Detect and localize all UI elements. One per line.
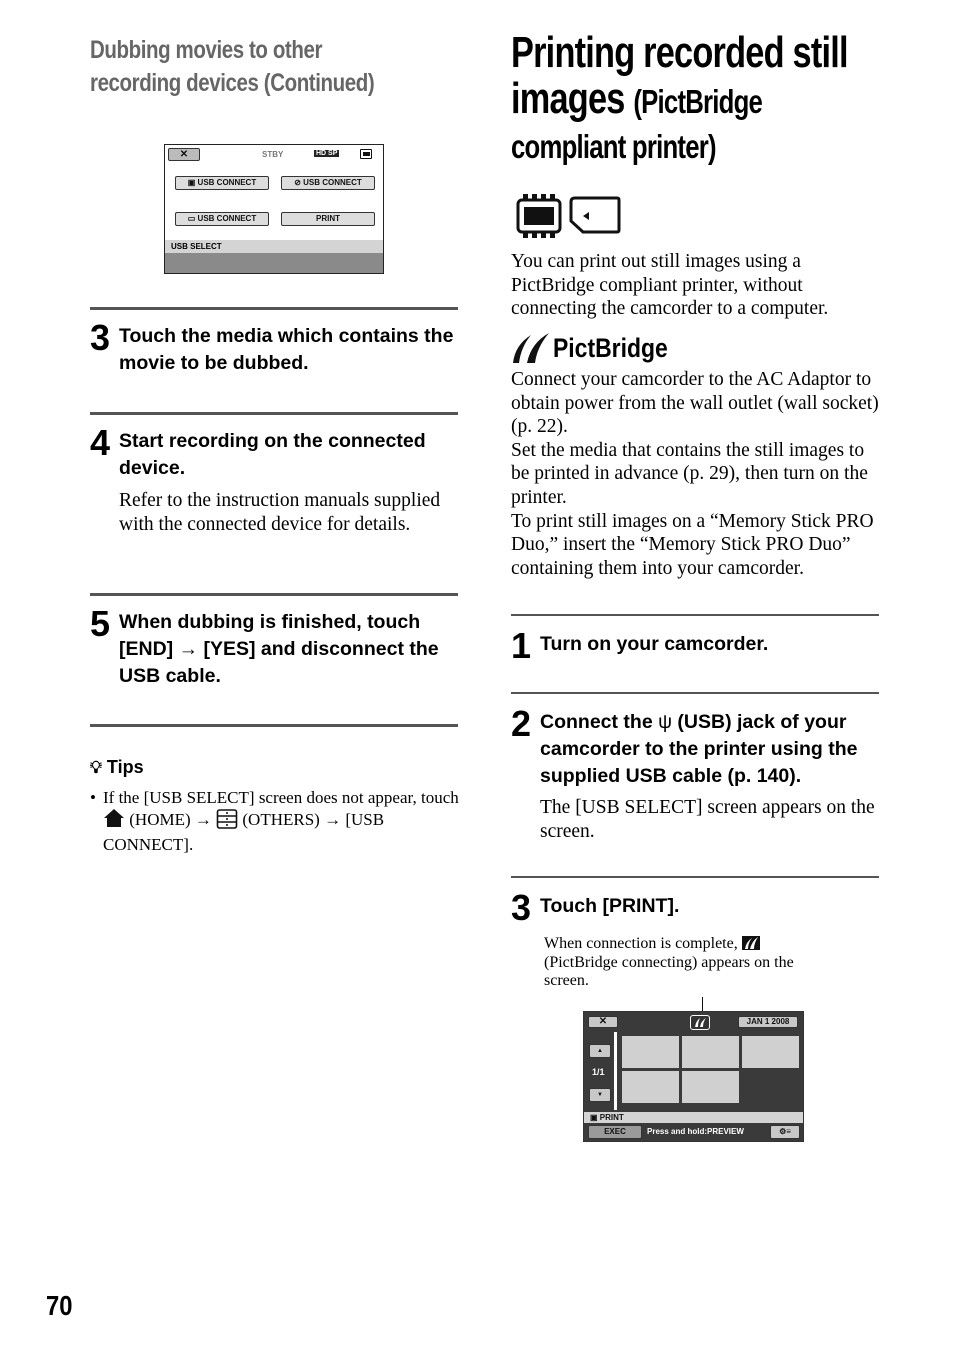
usb-icon: ψ (658, 711, 672, 733)
step-4-body: Refer to the instruction manuals supplie… (119, 490, 441, 535)
section-title: Dubbing movies to other recording device… (90, 34, 467, 100)
page-indicator: 1/1 (592, 1067, 605, 1077)
thumbnail[interactable] (742, 1036, 799, 1068)
step-title: Connect the ψ (USB) jack of your camcord… (540, 711, 858, 787)
screen-footer: ▣ PRINT (584, 1112, 803, 1123)
step-title: Turn on your camcorder. (540, 633, 769, 655)
print-screen: ✕ JAN 1 2008 ▲ 1/1 ▼ ▣ PRINT EXEC Press … (583, 1011, 804, 1142)
usb-connect-disc-button[interactable]: ⊘ USB CONNECT (281, 176, 375, 190)
internal-memory-icon: ▣ (590, 1113, 600, 1122)
title-line1: Printing recorded still (511, 28, 849, 77)
divider (90, 724, 458, 727)
paragraph: Connect your camcorder to the AC Adaptor… (511, 369, 879, 438)
thumbnail[interactable] (682, 1036, 739, 1068)
intro-text: You can print out still images using a P… (511, 251, 829, 320)
usb-connect-internal-button[interactable]: ▣ USB CONNECT (175, 176, 269, 190)
pictbridge-connecting-icon (741, 936, 760, 950)
tips-bullet: • If the [USB SELECT] screen does not ap… (90, 788, 459, 854)
page-title: Printing recorded still images (PictBrid… (511, 30, 948, 169)
step-number: 4 (90, 422, 111, 463)
divider (90, 412, 458, 415)
thumbnail[interactable] (622, 1036, 679, 1068)
screen-bottom-bar (165, 253, 383, 273)
status-text: STBY (262, 150, 284, 159)
down-arrow-icon: ▼ (597, 1092, 603, 1098)
usb-select-screen: ✕ STBY HD SP ▣ USB CONNECT ⊘ USB CONNECT… (164, 144, 384, 274)
internal-memory-icon: ▣ (187, 178, 198, 187)
up-arrow-icon: ▲ (597, 1048, 603, 1054)
step-number: 5 (90, 603, 111, 644)
divider (511, 876, 879, 878)
screen-footer: USB SELECT (165, 240, 383, 253)
memory-stick-icon: ▭ (187, 214, 198, 223)
option-icon: ⚙≡ (779, 1127, 791, 1136)
scroll-up-button[interactable]: ▲ (589, 1044, 611, 1058)
close-button[interactable]: ✕ (588, 1016, 618, 1028)
bullet: • (90, 788, 96, 807)
pictbridge-connecting-icon (690, 1015, 710, 1030)
step-title: When dubbing is finished, touch [END] → … (119, 611, 439, 687)
section-title-line2: recording devices (Continued) (90, 69, 375, 97)
date-display: JAN 1 2008 (738, 1016, 798, 1028)
step-title: Touch [PRINT]. (540, 895, 680, 917)
thumbnail[interactable] (682, 1071, 739, 1103)
close-button[interactable]: ✕ (168, 148, 200, 161)
quality-badge: HD SP (314, 150, 340, 157)
memory-stick-icon (569, 196, 621, 239)
tips-heading: 💡︎ Tips (90, 757, 144, 777)
title-subtitle: (PictBridge (633, 83, 763, 120)
instructions: Connect your camcorder to the AC Adaptor… (511, 368, 883, 580)
internal-memory-icon (515, 194, 563, 243)
step-number: 3 (90, 317, 111, 358)
exec-button[interactable]: EXEC (588, 1125, 642, 1139)
divider (511, 692, 879, 694)
thumbnail[interactable] (622, 1071, 679, 1103)
pictbridge-icon (513, 333, 549, 363)
print-button[interactable]: PRINT (281, 212, 375, 226)
divider (90, 593, 458, 596)
lightbulb-icon: 💡︎ (90, 758, 102, 777)
step-number: 2 (511, 703, 532, 744)
disc-icon: ⊘ (294, 178, 304, 187)
divider (511, 614, 879, 616)
home-icon (103, 808, 125, 833)
scrollbar[interactable] (614, 1032, 617, 1110)
step-number: 1 (511, 625, 532, 666)
pictbridge-logo: PictBridge (511, 331, 688, 365)
connection-note: When connection is complete, (PictBridge… (544, 935, 794, 989)
paragraph: To print still images on a “Memory Stick… (511, 510, 874, 579)
title-line2: images (511, 74, 625, 123)
usb-connect-memory-stick-button[interactable]: ▭ USB CONNECT (175, 212, 269, 226)
scroll-down-button[interactable]: ▼ (589, 1088, 611, 1102)
internal-memory-icon (360, 149, 372, 159)
others-icon (216, 808, 238, 834)
step-title: Touch the media which contains the movie… (119, 325, 454, 374)
page-number: 70 (46, 1290, 73, 1321)
section-title-line1: Dubbing movies to other (90, 36, 323, 64)
step-2-body: The [USB SELECT] screen appears on the s… (540, 797, 875, 842)
title-subtitle-line3: compliant printer) (511, 128, 717, 165)
step-title: Start recording on the connected device. (119, 430, 426, 479)
step-number: 3 (511, 887, 532, 928)
option-button[interactable]: ⚙≡ (770, 1125, 800, 1139)
preview-hint: Press and hold:PREVIEW (647, 1127, 744, 1136)
paragraph: Set the media that contains the still im… (511, 439, 868, 508)
divider (90, 307, 458, 310)
